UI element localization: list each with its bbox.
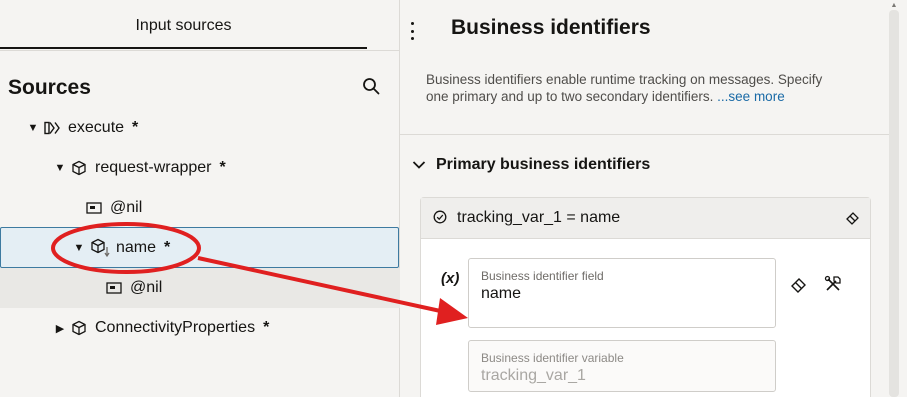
kebab-dot [410, 22, 414, 25]
field-value[interactable]: name [481, 285, 521, 303]
required-marker: * [263, 319, 270, 336]
caret-down-icon[interactable]: ▼ [26, 121, 40, 135]
cube-down-icon [90, 238, 112, 258]
cube-icon [71, 320, 87, 336]
panel-title: Business identifiers [451, 16, 651, 39]
required-marker: * [219, 159, 226, 176]
tree-item-request-wrapper[interactable]: ▼ request-wrapper * [0, 148, 400, 188]
primary-identifiers-toggle[interactable]: Primary business identifiers [412, 156, 650, 174]
eraser-icon[interactable] [790, 275, 808, 293]
tree-item-label: execute [68, 119, 125, 136]
tree-item-label: ConnectivityProperties [95, 319, 256, 336]
kebab-dot [410, 37, 414, 40]
scrollbar[interactable] [889, 10, 899, 397]
identifier-card-header[interactable]: tracking_var_1 = name [421, 198, 870, 239]
caret-right-icon[interactable]: ▶ [53, 321, 67, 335]
business-identifier-variable[interactable]: Business identifier variable tracking_va… [468, 340, 776, 392]
tree-item-execute[interactable]: ▼ execute * [0, 108, 400, 148]
business-identifier-field[interactable]: Business identifier field name [468, 258, 776, 328]
caret-down-icon[interactable]: ▼ [53, 161, 67, 175]
execute-icon [44, 121, 62, 135]
panel-description: Business identifiers enable runtime trac… [426, 71, 846, 105]
cube-icon [71, 160, 87, 176]
scroll-up-arrow[interactable]: ▲ [889, 2, 899, 10]
caret-down-icon[interactable]: ▼ [72, 241, 86, 255]
tab-input-sources[interactable]: Input sources [0, 0, 367, 51]
tree-item-nil-child[interactable]: @nil [0, 268, 400, 308]
tree-item-label: name [116, 239, 157, 256]
tab-bar: Input sources [0, 0, 400, 51]
kebab-dot [410, 29, 414, 33]
eraser-icon[interactable] [845, 209, 861, 225]
search-button[interactable] [359, 75, 383, 97]
chevron-down-icon [412, 161, 426, 169]
tree-item-connectivity-properties[interactable]: ▶ ConnectivityProperties * [0, 308, 400, 348]
tree-item-label: @nil [130, 279, 163, 296]
tree-item-nil[interactable]: @nil [0, 188, 400, 228]
expression-icon[interactable]: (x) [441, 270, 459, 287]
business-identifiers-panel: Business identifiers Business identifier… [400, 0, 907, 397]
field-value: tracking_var_1 [481, 367, 586, 384]
search-icon [363, 78, 380, 95]
see-more-link[interactable]: ...see more [717, 89, 785, 104]
field-label: Business identifier variable [481, 351, 624, 365]
identifier-card-title: tracking_var_1 = name [457, 209, 621, 226]
tree-item-label: @nil [110, 199, 143, 216]
identifier-card: tracking_var_1 = name (x) Business ident… [420, 197, 871, 397]
divider [0, 50, 400, 51]
tools-icon[interactable] [824, 275, 842, 293]
attribute-icon [106, 282, 122, 294]
tab-active-indicator [0, 47, 367, 49]
tree-item-name[interactable]: ▼ name * [0, 227, 399, 268]
sources-title: Sources [8, 76, 91, 99]
required-marker: * [164, 239, 171, 256]
field-label: Business identifier field [481, 269, 604, 283]
tree-item-label: request-wrapper [95, 159, 212, 176]
check-circle-icon [433, 210, 447, 224]
section-title: Primary business identifiers [436, 156, 651, 173]
divider [400, 134, 891, 135]
attribute-icon [86, 202, 102, 214]
more-options-button[interactable] [406, 20, 418, 42]
input-sources-panel: Input sources Sources ▼ execute * ▼ requ… [0, 0, 400, 397]
required-marker: * [132, 119, 139, 136]
